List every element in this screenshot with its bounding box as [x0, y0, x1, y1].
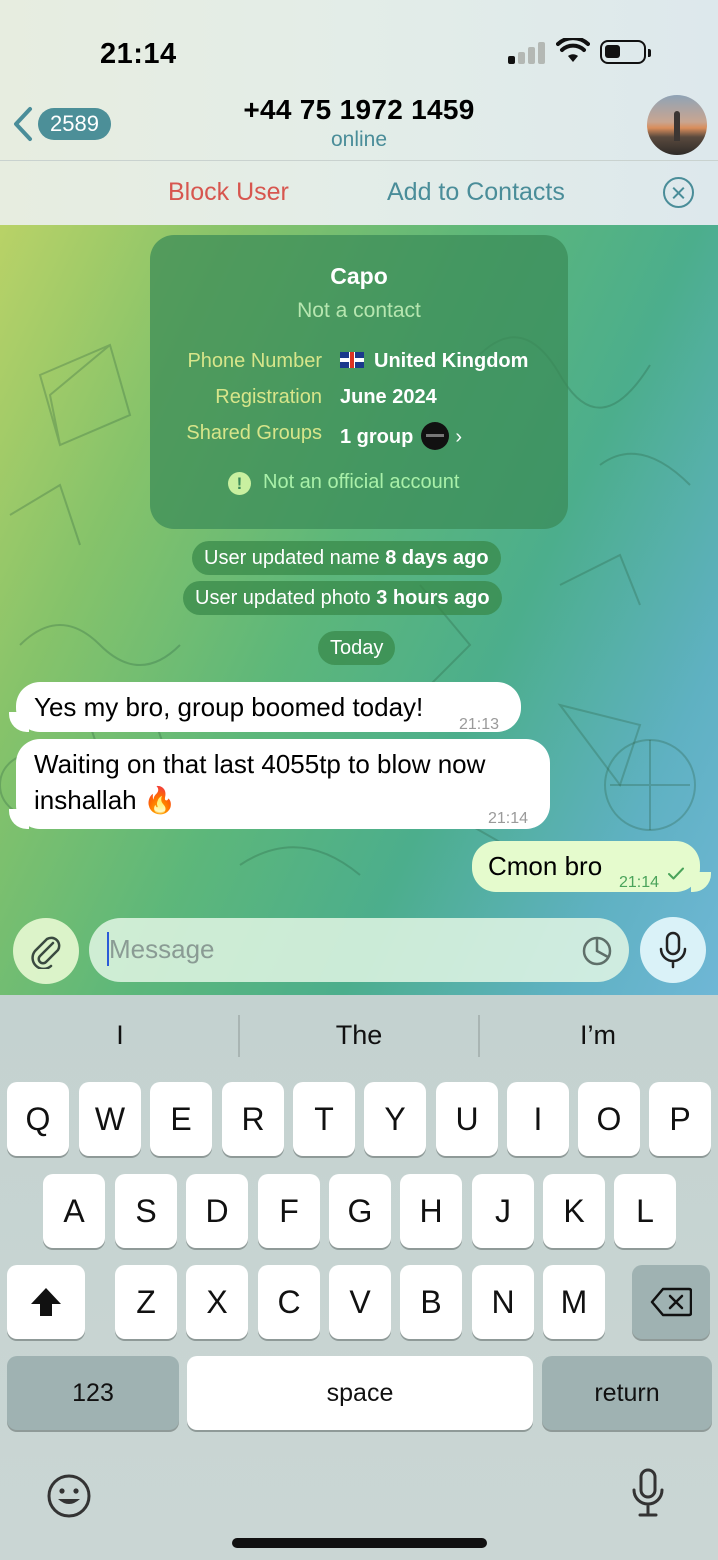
backspace-key[interactable]	[632, 1265, 710, 1339]
contact-name: Capo	[330, 263, 388, 289]
chat-title[interactable]: +44 75 1972 1459	[0, 94, 718, 126]
key-v[interactable]: V	[329, 1265, 391, 1339]
key-z[interactable]: Z	[115, 1265, 177, 1339]
info-value-groups[interactable]: 1 group ›	[340, 422, 462, 450]
message-bubble-incoming[interactable]: Waiting on that last 4055tp to blow now …	[16, 739, 550, 829]
microphone-icon	[659, 931, 687, 969]
suggestion-1[interactable]: I	[20, 1020, 220, 1051]
key-u[interactable]: U	[436, 1082, 498, 1156]
service-message-photo: User updated photo 3 hours ago	[183, 581, 502, 615]
cellular-signal-icon	[508, 40, 548, 64]
suggestion-2[interactable]: The	[259, 1020, 459, 1051]
return-key[interactable]: return	[542, 1356, 712, 1430]
suggestion-3[interactable]: I’m	[498, 1020, 698, 1051]
add-to-contacts-button[interactable]: Add to Contacts	[387, 178, 565, 207]
paperclip-icon	[31, 936, 61, 969]
uk-flag-icon	[340, 352, 364, 368]
contact-status: Not a contact	[297, 299, 421, 322]
key-c[interactable]: C	[258, 1265, 320, 1339]
emoji-icon[interactable]	[46, 1473, 92, 1519]
close-icon[interactable]	[663, 177, 694, 208]
voice-record-button[interactable]	[640, 917, 706, 983]
header-divider	[0, 160, 718, 161]
key-g[interactable]: G	[329, 1174, 391, 1248]
info-label-phone: Phone Number	[187, 350, 322, 372]
key-x[interactable]: X	[186, 1265, 248, 1339]
group-avatar-icon	[421, 422, 450, 450]
suggestion-divider	[478, 1015, 480, 1057]
shift-key[interactable]	[7, 1265, 85, 1339]
sticker-icon[interactable]	[581, 935, 613, 967]
key-w[interactable]: W	[79, 1082, 141, 1156]
battery-icon	[600, 40, 651, 64]
info-label-registration: Registration	[215, 386, 322, 408]
key-f[interactable]: F	[258, 1174, 320, 1248]
key-j[interactable]: J	[472, 1174, 534, 1248]
info-value-phone: United Kingdom	[340, 350, 528, 373]
numbers-key[interactable]: 123	[7, 1356, 179, 1430]
chat-status: online	[330, 128, 388, 151]
avatar[interactable]	[647, 95, 707, 155]
key-d[interactable]: D	[186, 1174, 248, 1248]
chevron-right-icon: ›	[455, 426, 463, 448]
key-m[interactable]: M	[543, 1265, 605, 1339]
message-placeholder: Message	[109, 934, 215, 964]
warning-icon: !	[228, 472, 251, 495]
key-h[interactable]: H	[400, 1174, 462, 1248]
service-message-name: User updated name 8 days ago	[192, 541, 501, 575]
space-key[interactable]: space	[187, 1356, 533, 1430]
key-y[interactable]: Y	[364, 1082, 426, 1156]
key-i[interactable]: I	[507, 1082, 569, 1156]
chat-header-area: 21:14 2589 +44 75 1972 1459 online Block…	[0, 0, 718, 225]
key-b[interactable]: B	[400, 1265, 462, 1339]
key-o[interactable]: O	[578, 1082, 640, 1156]
key-r[interactable]: R	[222, 1082, 284, 1156]
contact-info-card: Capo Not a contact Phone Number United K…	[150, 235, 568, 529]
message-bubble-outgoing[interactable]: Cmon bro 21:14	[472, 841, 700, 892]
attach-button[interactable]	[13, 918, 79, 984]
wifi-icon	[556, 38, 590, 62]
block-user-button[interactable]: Block User	[168, 178, 289, 207]
home-indicator	[232, 1538, 487, 1548]
key-e[interactable]: E	[150, 1082, 212, 1156]
backspace-icon	[650, 1287, 692, 1317]
key-n[interactable]: N	[472, 1265, 534, 1339]
info-label-groups: Shared Groups	[186, 422, 322, 444]
message-input[interactable]: Message	[89, 918, 629, 982]
key-t[interactable]: T	[293, 1082, 355, 1156]
key-k[interactable]: K	[543, 1174, 605, 1248]
message-bubble-incoming[interactable]: Yes my bro, group boomed today! 21:13	[16, 682, 521, 733]
key-q[interactable]: Q	[7, 1082, 69, 1156]
suggestion-divider	[238, 1015, 240, 1057]
status-time: 21:14	[100, 38, 177, 70]
official-warning: Not an official account	[263, 471, 460, 493]
key-p[interactable]: P	[649, 1082, 711, 1156]
key-l[interactable]: L	[614, 1174, 676, 1248]
shift-arrow-icon	[31, 1288, 61, 1316]
date-separator: Today	[318, 631, 396, 665]
info-value-registration: June 2024	[340, 386, 437, 408]
single-check-icon	[668, 867, 684, 880]
key-s[interactable]: S	[115, 1174, 177, 1248]
key-a[interactable]: A	[43, 1174, 105, 1248]
dictation-mic-icon[interactable]	[630, 1468, 666, 1518]
